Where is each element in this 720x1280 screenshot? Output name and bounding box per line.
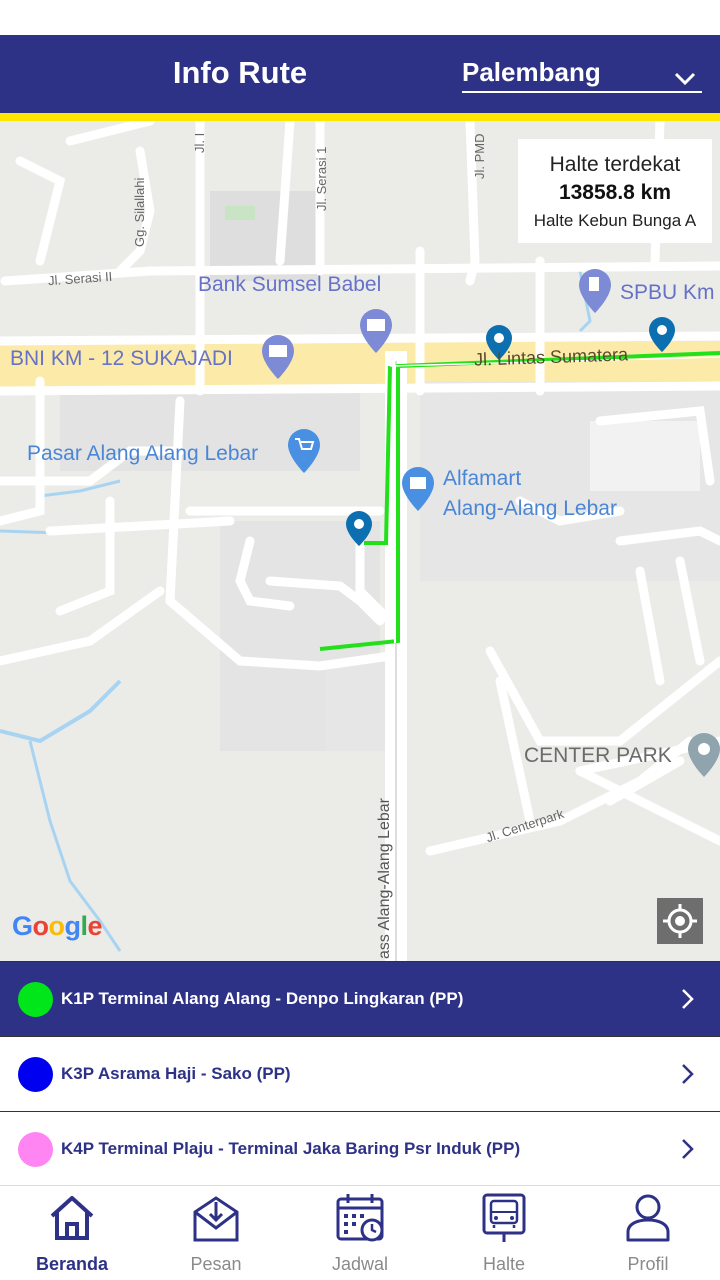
route-item-k1p[interactable]: K1P Terminal Alang Alang - Denpo Lingkar…: [0, 961, 720, 1036]
route-label: K3P Asrama Haji - Sako (PP): [61, 1064, 291, 1083]
route-map[interactable]: Bank Sumsel Babel SPBU Km BNI KM - 12 SU…: [0, 121, 720, 961]
route-color-dot: [18, 982, 53, 1017]
app-root: Info Rute Palembang Bank Sumsel Babel SP…: [0, 0, 720, 1280]
mail-download-icon: [193, 1196, 239, 1242]
city-dropdown-value: Palembang: [462, 57, 601, 87]
city-dropdown[interactable]: Palembang: [462, 55, 702, 93]
page-title: Info Rute: [172, 55, 308, 90]
chevron-right-icon: [682, 1064, 694, 1084]
chevron-down-icon: [674, 72, 696, 86]
bus-stop-icon: [482, 1193, 526, 1242]
map-label-alfamart-1: Alfamart: [443, 467, 522, 490]
nearest-stop-title: Halte terdekat: [549, 153, 681, 176]
nearest-stop-card: Halte terdekat 13858.8 km Halte Kebun Bu…: [518, 139, 712, 243]
map-label-bni: BNI KM - 12 SUKAJADI: [10, 347, 233, 370]
nav-item-jadwal[interactable]: Jadwal: [288, 1186, 432, 1280]
nav-item-beranda[interactable]: Beranda: [0, 1186, 144, 1280]
map-label-bypass: ass Alang-Alang Lebar: [376, 798, 393, 959]
route-label: K4P Terminal Plaju - Terminal Jaka Barin…: [61, 1139, 521, 1158]
route-item-k4p[interactable]: K4P Terminal Plaju - Terminal Jaka Barin…: [0, 1111, 720, 1186]
map-label-spbu: SPBU Km: [620, 281, 715, 304]
crosshair-icon: [663, 904, 697, 938]
chevron-right-icon: [682, 989, 694, 1009]
route-item-k3p[interactable]: K3P Asrama Haji - Sako (PP): [0, 1036, 720, 1111]
nearest-stop-distance: 13858.8 km: [558, 181, 672, 204]
poi-pin-center-park: [688, 733, 720, 777]
nav-label: Jadwal: [331, 1254, 389, 1274]
map-label-bank: Bank Sumsel Babel: [198, 273, 382, 296]
chevron-right-icon: [682, 1139, 694, 1159]
bottom-nav: Beranda Pesan Jadwal Halte Profil: [0, 1185, 720, 1280]
header-accent-bar: [0, 113, 720, 121]
map-label-pmd: Jl. PMD: [472, 133, 487, 180]
poi-pin-spbu: [579, 269, 611, 313]
nav-label: Profil: [627, 1254, 669, 1274]
route-label: K1P Terminal Alang Alang - Denpo Lingkar…: [61, 989, 464, 1008]
nav-label: Halte: [482, 1254, 526, 1274]
map-label-serasi-1: Jl. Serasi 1: [314, 146, 329, 211]
nav-label: Beranda: [35, 1254, 109, 1274]
nav-label: Pesan: [190, 1254, 242, 1274]
user-icon: [626, 1194, 670, 1242]
nav-item-halte[interactable]: Halte: [432, 1186, 576, 1280]
map-label-center-park: CENTER PARK: [524, 744, 672, 767]
map-canvas: [0, 121, 720, 961]
route-color-dot: [18, 1132, 53, 1167]
map-label-pasar: Pasar Alang Alang Lebar: [27, 442, 259, 465]
map-label-jl-short: Jl. I: [192, 132, 207, 153]
map-label-alfamart-2: Alang-Alang Lebar: [443, 497, 617, 520]
route-list: K1P Terminal Alang Alang - Denpo Lingkar…: [0, 961, 720, 1186]
google-logo: Google: [12, 911, 103, 941]
nav-item-profil[interactable]: Profil: [576, 1186, 720, 1280]
nav-item-pesan[interactable]: Pesan: [144, 1186, 288, 1280]
my-location-button[interactable]: [657, 898, 703, 944]
route-color-dot: [18, 1057, 53, 1092]
nearest-stop-name: Halte Kebun Bunga A: [533, 211, 697, 230]
home-icon: [50, 1196, 94, 1240]
map-label-sialahi: Gg. Silallahi: [132, 177, 147, 247]
calendar-clock-icon: [336, 1194, 384, 1242]
app-header: Info Rute Palembang: [0, 35, 720, 113]
status-bar-area: [0, 0, 720, 35]
